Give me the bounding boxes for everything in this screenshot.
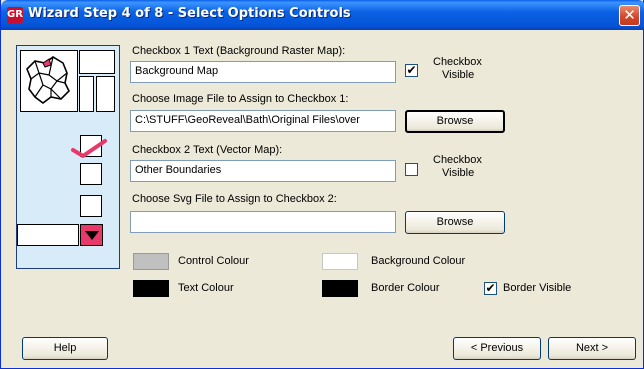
control-colour-label: Control Colour	[178, 255, 249, 267]
title-bar[interactable]: GR Wizard Step 4 of 8 - Select Options C…	[1, 0, 644, 30]
cb1-file-input[interactable]: C:\STUFF\GeoReveal\Bath\Original Files\o…	[130, 110, 396, 132]
layout-preview-panel	[16, 45, 120, 269]
cb1-text-input[interactable]: Background Map	[130, 61, 396, 83]
cb2-visible-label-line2: Visible	[442, 167, 475, 179]
app-logo-icon: GR	[7, 7, 23, 23]
cb1-visible-label-line2: Visible	[442, 69, 475, 81]
border-colour-swatch[interactable]	[322, 280, 358, 297]
background-colour-label: Background Colour	[371, 255, 466, 267]
previous-button[interactable]: < Previous	[453, 337, 541, 360]
help-button[interactable]: Help	[22, 337, 108, 360]
next-button[interactable]: Next >	[548, 337, 636, 360]
text-colour-swatch[interactable]	[133, 280, 169, 297]
browse-image-button[interactable]: Browse	[405, 110, 505, 133]
preview-dropdown	[17, 224, 79, 246]
close-button[interactable]: ✕	[619, 5, 640, 26]
layout-block-top	[79, 50, 115, 74]
cb1-file-label: Choose Image File to Assign to Checkbox …	[132, 93, 349, 105]
cb2-file-label: Choose Svg File to Assign to Checkbox 2:	[132, 193, 337, 205]
browse-svg-button[interactable]: Browse	[405, 211, 505, 234]
border-colour-label: Border Colour	[371, 282, 440, 294]
map-thumbnail	[20, 50, 78, 112]
layout-block-left	[79, 76, 94, 112]
cb2-visible-checkbox[interactable]	[405, 163, 418, 176]
text-colour-label: Text Colour	[178, 282, 234, 294]
cb2-visible-label-line1: Checkbox	[433, 154, 482, 166]
background-colour-swatch[interactable]	[322, 253, 358, 270]
cb2-file-input[interactable]	[130, 211, 396, 233]
wizard-window: GR Wizard Step 4 of 8 - Select Options C…	[0, 0, 644, 369]
cb1-visible-label-line1: Checkbox	[433, 56, 482, 68]
cb2-text-label: Checkbox 2 Text (Vector Map):	[132, 144, 283, 156]
dropdown-arrow-icon	[80, 224, 103, 246]
border-visible-label: Border Visible	[503, 282, 572, 294]
map-boundaries-icon	[26, 56, 70, 104]
border-visible-checkbox[interactable]: ✔	[484, 282, 497, 295]
cb1-visible-checkbox[interactable]: ✔	[405, 64, 418, 77]
cb2-text-input[interactable]: Other Boundaries	[130, 160, 396, 182]
preview-checkbox-2	[80, 163, 102, 185]
cb1-text-label: Checkbox 1 Text (Background Raster Map):	[132, 45, 346, 57]
preview-checkbox-3	[80, 195, 102, 217]
control-colour-swatch[interactable]	[133, 253, 169, 270]
check-mark-icon	[71, 139, 107, 158]
window-title: Wizard Step 4 of 8 - Select Options Cont…	[28, 6, 351, 21]
layout-block-right	[96, 76, 115, 112]
